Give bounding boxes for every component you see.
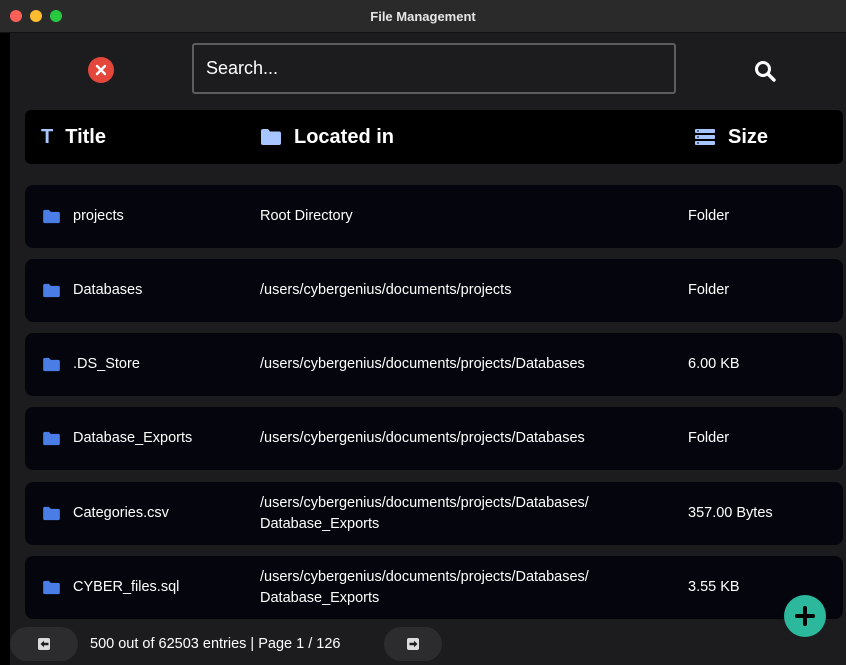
column-header-title[interactable]: T Title <box>41 110 106 164</box>
column-header-title-label: Title <box>65 125 106 148</box>
column-header-size-label: Size <box>728 125 769 148</box>
table-row[interactable]: CYBER_files.sql /users/cybergenius/docum… <box>25 556 843 619</box>
row-path-line2: Database_Exports <box>260 515 380 532</box>
row-name: projects <box>73 208 124 224</box>
row-path-line2: Database_Exports <box>260 589 380 606</box>
table-row[interactable]: Database_Exports /users/cybergenius/docu… <box>25 407 843 470</box>
table-row[interactable]: projects Root Directory Folder <box>25 185 843 248</box>
list-stack-icon <box>694 128 716 146</box>
folder-icon <box>42 283 61 298</box>
table-row[interactable]: Categories.csv /users/cybergenius/docume… <box>25 482 843 545</box>
row-path-cell: /users/cybergenius/documents/projects <box>260 259 680 322</box>
next-page-button[interactable] <box>384 627 442 661</box>
row-name-cell: Database_Exports <box>42 407 192 470</box>
row-size: Folder <box>688 430 730 446</box>
search-input[interactable] <box>206 58 662 79</box>
folder-icon <box>42 506 61 521</box>
pagination-status: 500 out of 62503 entries | Page 1 / 126 <box>90 636 341 652</box>
row-path-cell: Root Directory <box>260 185 680 248</box>
row-name: CYBER_files.sql <box>73 579 180 595</box>
row-name-cell: Categories.csv <box>42 482 169 545</box>
row-size: Folder <box>688 208 730 224</box>
row-path-line1: /users/cybergenius/documents/projects/Da… <box>260 356 585 372</box>
close-circle-icon <box>95 64 107 76</box>
window-titlebar: File Management <box>0 0 846 33</box>
text-t-icon: T <box>41 126 54 148</box>
row-path-line1: /users/cybergenius/documents/projects/Da… <box>260 568 589 585</box>
left-arrow-icon <box>38 638 50 650</box>
row-path-cell: /users/cybergenius/documents/projects/Da… <box>260 407 680 470</box>
row-path-cell: /users/cybergenius/documents/projects/Da… <box>260 556 680 619</box>
table-row[interactable]: Databases /users/cybergenius/documents/p… <box>25 259 843 322</box>
clear-search-button[interactable] <box>88 57 114 83</box>
add-button[interactable] <box>784 595 826 637</box>
row-name: Databases <box>73 282 143 298</box>
window-title: File Management <box>370 9 476 24</box>
pagination-bar: 500 out of 62503 entries | Page 1 / 126 <box>10 625 846 665</box>
table-row[interactable]: .DS_Store /users/cybergenius/documents/p… <box>25 333 843 396</box>
row-path-line1: /users/cybergenius/documents/projects/Da… <box>260 430 585 446</box>
row-name-cell: Databases <box>42 259 142 322</box>
previous-page-button[interactable] <box>10 627 78 661</box>
row-path-line1: Root Directory <box>260 208 353 224</box>
right-arrow-icon <box>407 638 419 650</box>
folder-icon <box>42 580 61 595</box>
magnifier-icon <box>755 61 776 82</box>
row-name: Database_Exports <box>73 430 193 446</box>
column-header-size[interactable]: Size <box>694 110 768 164</box>
main-panel: T Title Located in Si <box>10 33 846 665</box>
folder-icon <box>260 128 282 146</box>
row-name-cell: .DS_Store <box>42 333 140 396</box>
row-size: 357.00 Bytes <box>688 505 773 521</box>
plus-icon <box>795 606 815 626</box>
search-button[interactable] <box>752 58 778 84</box>
search-field[interactable] <box>192 43 676 94</box>
row-size: 3.55 KB <box>688 579 740 595</box>
column-header-location-label: Located in <box>294 125 395 148</box>
folder-icon <box>42 209 61 224</box>
row-name-cell: projects <box>42 185 124 248</box>
table-header: T Title Located in Size <box>25 110 843 164</box>
row-name: Categories.csv <box>73 505 169 521</box>
row-size: 6.00 KB <box>688 356 740 372</box>
row-path-line1: /users/cybergenius/documents/projects <box>260 282 512 298</box>
row-path-cell: /users/cybergenius/documents/projects/Da… <box>260 482 680 545</box>
row-name: .DS_Store <box>73 356 140 372</box>
column-header-location[interactable]: Located in <box>260 110 394 164</box>
row-path-line1: /users/cybergenius/documents/projects/Da… <box>260 494 589 511</box>
row-path-cell: /users/cybergenius/documents/projects/Da… <box>260 333 680 396</box>
row-size: Folder <box>688 282 730 298</box>
folder-icon <box>42 357 61 372</box>
row-name-cell: CYBER_files.sql <box>42 556 179 619</box>
folder-icon <box>42 431 61 446</box>
